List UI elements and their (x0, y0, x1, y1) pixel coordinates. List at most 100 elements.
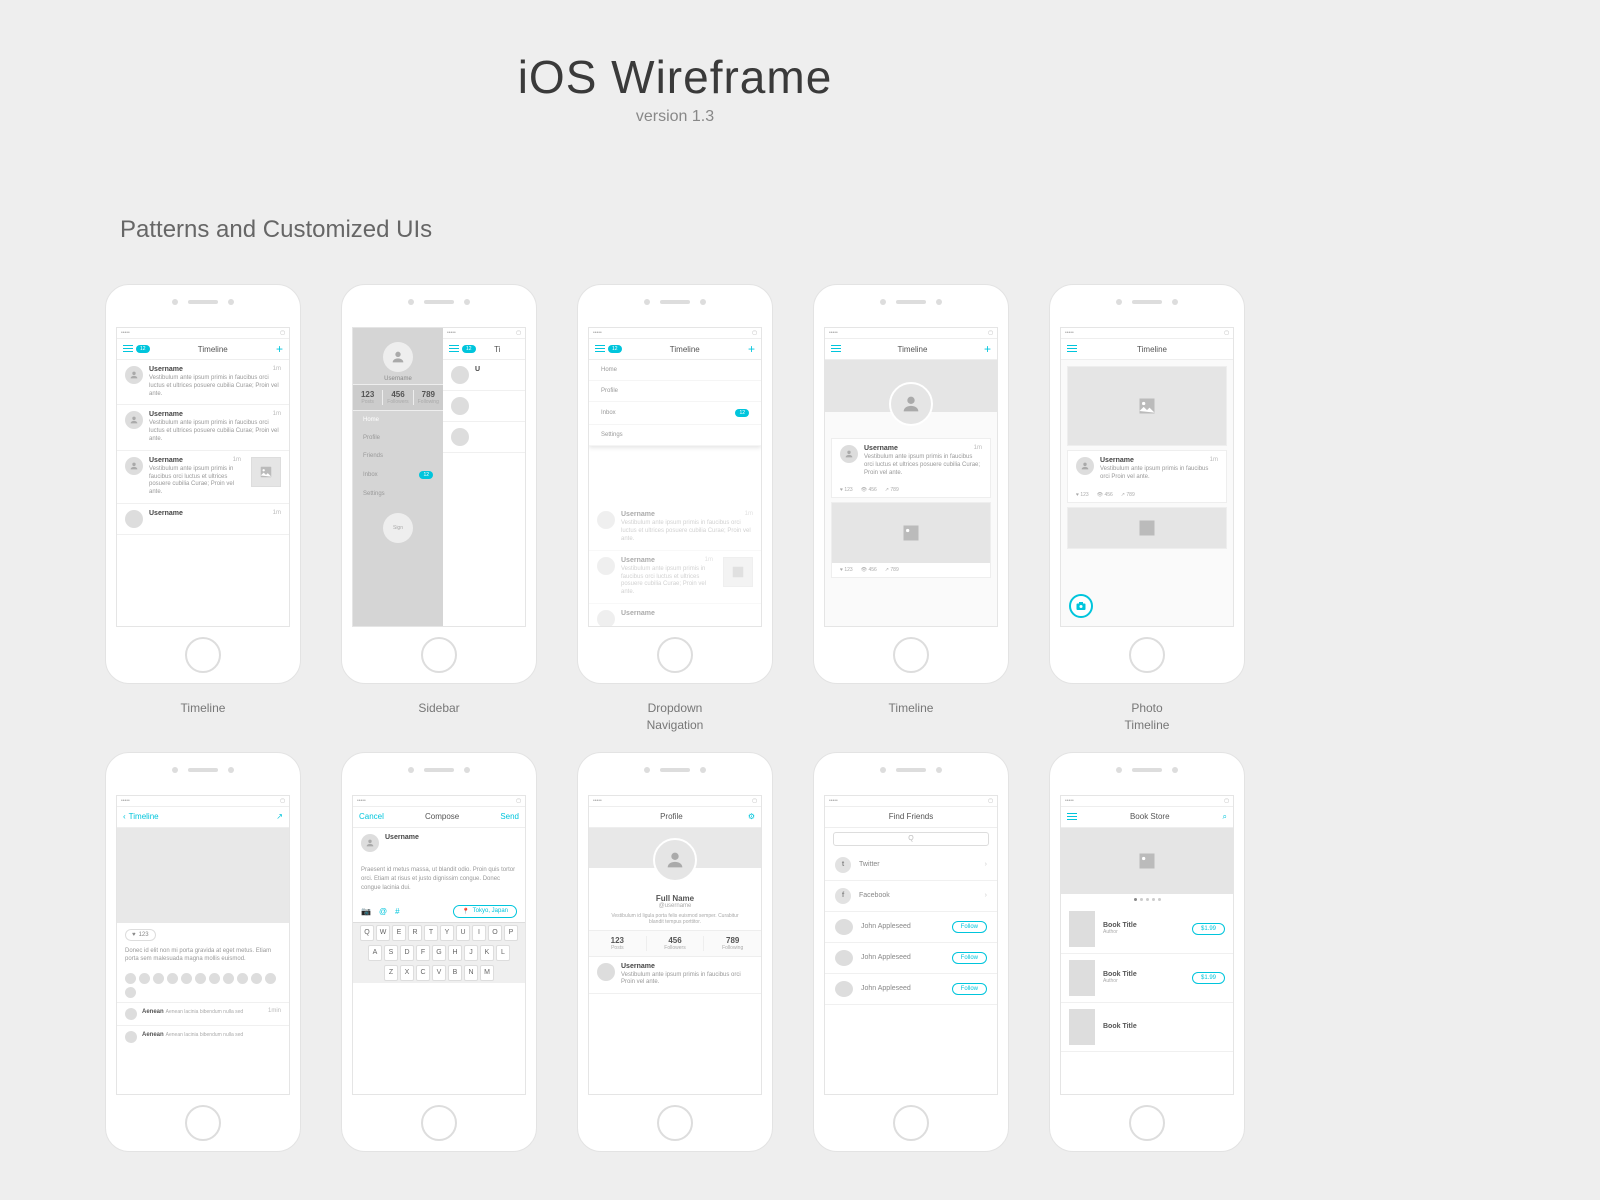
home-button[interactable] (185, 637, 221, 673)
key-f[interactable]: F (416, 945, 430, 961)
key-q[interactable]: Q (360, 925, 374, 941)
sidebar-item-home[interactable]: Home (353, 411, 443, 429)
caption: Timeline (889, 700, 934, 717)
friend-row[interactable]: John AppleseedFollow (825, 912, 997, 943)
key-r[interactable]: R (408, 925, 422, 941)
book-row[interactable]: Book TitleAuthor$1.99 (1061, 905, 1233, 954)
facebook-row[interactable]: fFacebook› (825, 881, 997, 912)
device-dropdown: •••••▢ 12Timeline+ Home Profile Inbox12 … (577, 284, 773, 684)
key-c[interactable]: C (416, 965, 430, 981)
follow-button[interactable]: Follow (952, 952, 987, 964)
key-o[interactable]: O (488, 925, 502, 941)
timeline-post[interactable]: Username1m (117, 504, 289, 535)
menu-button[interactable] (1067, 813, 1077, 821)
facebook-icon: f (835, 888, 851, 904)
home-button[interactable] (1129, 1105, 1165, 1141)
home-button[interactable] (657, 1105, 693, 1141)
key-y[interactable]: Y (440, 925, 454, 941)
sidebar-item-settings[interactable]: Settings (353, 485, 443, 503)
key-m[interactable]: M (480, 965, 494, 981)
dropdown-item-settings[interactable]: Settings (589, 425, 761, 446)
add-button[interactable]: + (984, 342, 991, 356)
menu-button[interactable] (1067, 345, 1077, 353)
send-button[interactable]: Send (500, 812, 519, 821)
key-j[interactable]: J (464, 945, 478, 961)
sidebar-item-friends[interactable]: Friends (353, 447, 443, 465)
key-u[interactable]: U (456, 925, 470, 941)
back-button[interactable]: ‹ Timeline (123, 812, 159, 821)
dropdown-item-inbox[interactable]: Inbox12 (589, 402, 761, 425)
price-button[interactable]: $1.99 (1192, 972, 1225, 984)
location-pill[interactable]: 📍 Tokyo, Japan (453, 905, 517, 918)
book-row[interactable]: Book TitleAuthor$1.99 (1061, 954, 1233, 1003)
key-g[interactable]: G (432, 945, 446, 961)
search-input[interactable]: Q (833, 832, 989, 846)
sidebar-panel[interactable]: Username 123Posts456Followers789Followin… (353, 328, 443, 626)
add-button[interactable]: + (276, 342, 283, 356)
key-t[interactable]: T (424, 925, 438, 941)
dropdown-menu[interactable]: Home Profile Inbox12 Settings (589, 360, 761, 446)
key-n[interactable]: N (464, 965, 478, 981)
sidebar-item-inbox[interactable]: Inbox12 (353, 465, 443, 485)
key-v[interactable]: V (432, 965, 446, 981)
twitter-icon: t (835, 857, 851, 873)
friend-row[interactable]: John AppleseedFollow (825, 974, 997, 1005)
friend-row[interactable]: John AppleseedFollow (825, 943, 997, 974)
book-row[interactable]: Book Title (1061, 1003, 1233, 1052)
home-button[interactable] (893, 637, 929, 673)
key-i[interactable]: I (472, 925, 486, 941)
dropdown-item-home[interactable]: Home (589, 360, 761, 381)
caption: Sidebar (418, 700, 459, 717)
key-w[interactable]: W (376, 925, 390, 941)
camera-fab[interactable] (1069, 594, 1093, 618)
dropdown-item-profile[interactable]: Profile (589, 381, 761, 402)
profile-avatar[interactable] (889, 382, 933, 426)
compose-textarea[interactable]: Praesent id metus massa, ut blandit odio… (353, 858, 525, 901)
home-button[interactable] (1129, 637, 1165, 673)
device-timeline: •••••▢ 12 Timeline + Username1mVestibulu… (105, 284, 301, 684)
device-book-store: •••••▢ Book Store⌕ Book TitleAuthor$1.99… (1049, 752, 1245, 1152)
gear-icon[interactable]: ⚙ (748, 812, 755, 821)
menu-button[interactable]: 12 (123, 345, 150, 353)
device-timeline-card: •••••▢ Timeline+ Username1mVestibulum an… (813, 284, 1009, 684)
home-button[interactable] (421, 637, 457, 673)
sidebar-item-profile[interactable]: Profile (353, 429, 443, 447)
home-button[interactable] (893, 1105, 929, 1141)
device-photo-timeline: •••••▢ Timeline Username1mVestibulum ant… (1049, 284, 1245, 684)
key-a[interactable]: A (368, 945, 382, 961)
mention-icon[interactable]: @ (379, 907, 387, 916)
keyboard[interactable]: QWERTYUIOP ASDFGHJKL ZXCVBNM (353, 922, 525, 983)
key-x[interactable]: X (400, 965, 414, 981)
key-k[interactable]: K (480, 945, 494, 961)
menu-button[interactable]: 12 (595, 345, 622, 353)
follow-button[interactable]: Follow (952, 921, 987, 933)
signout-button[interactable]: Sign (383, 513, 413, 543)
follow-button[interactable]: Follow (952, 983, 987, 995)
home-button[interactable] (421, 1105, 457, 1141)
key-z[interactable]: Z (384, 965, 398, 981)
key-s[interactable]: S (384, 945, 398, 961)
device-detail: •••••▢ ‹ Timeline↗ ♥ 123 Donec id elit n… (105, 752, 301, 1152)
add-button[interactable]: + (748, 342, 755, 356)
menu-button[interactable] (831, 345, 841, 353)
key-h[interactable]: H (448, 945, 462, 961)
key-d[interactable]: D (400, 945, 414, 961)
key-p[interactable]: P (504, 925, 518, 941)
timeline-post[interactable]: Username1mVestibulum ante ipsum primis i… (117, 405, 289, 450)
price-button[interactable]: $1.99 (1192, 923, 1225, 935)
share-button[interactable]: ↗ (276, 812, 283, 821)
home-button[interactable] (185, 1105, 221, 1141)
timeline-post[interactable]: Username1mVestibulum ante ipsum primis i… (117, 360, 289, 405)
cancel-button[interactable]: Cancel (359, 812, 384, 821)
camera-icon[interactable]: 📷 (361, 907, 371, 916)
key-b[interactable]: B (448, 965, 462, 981)
home-button[interactable] (657, 637, 693, 673)
twitter-row[interactable]: tTwitter› (825, 850, 997, 881)
key-e[interactable]: E (392, 925, 406, 941)
profile-avatar[interactable] (383, 342, 413, 372)
key-l[interactable]: L (496, 945, 510, 961)
search-icon[interactable]: ⌕ (1223, 812, 1227, 822)
like-count[interactable]: ♥ 123 (125, 929, 156, 941)
hashtag-icon[interactable]: # (395, 907, 399, 916)
timeline-post[interactable]: Username1mVestibulum ante ipsum primis i… (117, 451, 289, 504)
